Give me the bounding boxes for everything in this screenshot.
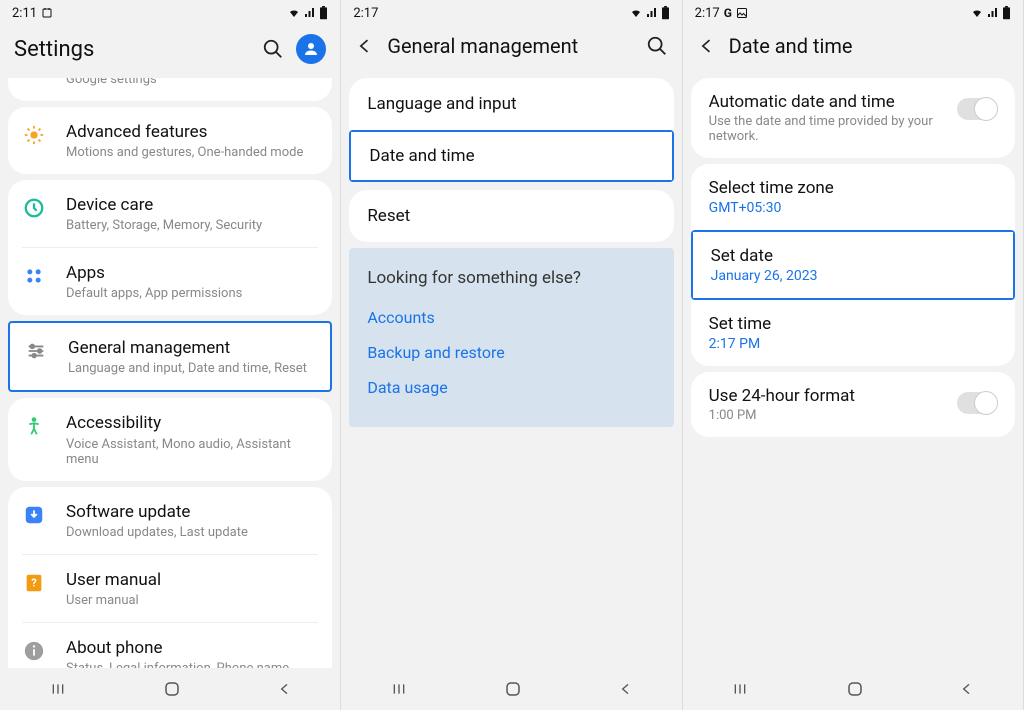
row-set-time[interactable]: Set time2:17 PM — [691, 300, 1015, 366]
row-user-manual[interactable]: ? User manualUser manual — [8, 555, 332, 622]
wifi-icon — [970, 7, 984, 19]
back-icon[interactable] — [697, 36, 717, 56]
nav-bar — [341, 668, 681, 710]
row-accessibility[interactable]: AccessibilityVoice Assistant, Mono audio… — [8, 398, 332, 480]
status-bar: 2:17 — [341, 0, 681, 24]
24h-toggle[interactable] — [957, 392, 997, 414]
apps-icon — [22, 264, 46, 288]
header: Date and time — [683, 24, 1023, 72]
wifi-icon — [629, 7, 643, 19]
status-bar: 2:17 G — [683, 0, 1023, 24]
row-date-time[interactable]: Date and time — [351, 132, 671, 180]
phone-settings: 2:11 Settings G ———Google settings Advan… — [0, 0, 341, 710]
battery-icon — [1002, 6, 1011, 20]
device-care-icon — [22, 196, 46, 220]
row-auto-date-time[interactable]: Automatic date and timeUse the date and … — [691, 78, 1015, 158]
header: Settings — [0, 24, 340, 78]
svg-text:?: ? — [31, 576, 37, 589]
status-bar: 2:11 — [0, 0, 340, 24]
page-title: Date and time — [729, 34, 1009, 58]
row-24h-format[interactable]: Use 24-hour format1:00 PM — [691, 372, 1015, 437]
google-sub: Google settings — [66, 78, 314, 87]
search-icon[interactable] — [646, 35, 668, 57]
alarm-icon — [41, 7, 53, 19]
image-icon — [736, 7, 748, 19]
manual-icon: ? — [22, 571, 46, 595]
battery-icon — [661, 6, 670, 20]
looking-section: Looking for something else? Accounts Bac… — [349, 248, 673, 427]
signal-icon — [304, 7, 316, 19]
signal-icon — [646, 7, 658, 19]
nav-recents[interactable] — [48, 681, 68, 697]
dt-list: Automatic date and timeUse the date and … — [683, 72, 1023, 710]
accessibility-icon — [22, 414, 46, 438]
settings-list: G ———Google settings Advanced featuresMo… — [0, 78, 340, 710]
status-time: 2:11 — [12, 6, 37, 21]
nav-recents[interactable] — [389, 681, 409, 697]
nav-bar — [0, 668, 340, 710]
row-apps[interactable]: AppsDefault apps, App permissions — [8, 248, 332, 315]
nav-home[interactable] — [846, 680, 864, 698]
gm-list: Language and input Date and time Reset L… — [341, 72, 681, 710]
row-set-date[interactable]: Set dateJanuary 26, 2023 — [693, 232, 1013, 298]
nav-home[interactable] — [504, 680, 522, 698]
update-icon — [22, 503, 46, 527]
looking-title: Looking for something else? — [349, 250, 673, 300]
page-title: General management — [387, 34, 633, 58]
row-software-update[interactable]: Software updateDownload updates, Last up… — [8, 487, 332, 554]
nav-home[interactable] — [163, 680, 181, 698]
status-icons — [629, 6, 670, 20]
phone-date-time: 2:17 G Date and time Automatic date and … — [683, 0, 1024, 710]
sliders-icon — [24, 339, 48, 363]
row-device-care[interactable]: Device careBattery, Storage, Memory, Sec… — [8, 180, 332, 247]
back-icon[interactable] — [355, 36, 375, 56]
row-language-input[interactable]: Language and input — [349, 78, 673, 130]
profile-avatar[interactable] — [296, 34, 326, 64]
status-time: 2:17 — [695, 6, 720, 21]
row-select-timezone[interactable]: Select time zoneGMT+05:30 — [691, 164, 1015, 230]
google-status-icon: G — [724, 6, 732, 20]
search-icon[interactable] — [262, 38, 284, 60]
page-title: Settings — [14, 37, 250, 62]
row-general-management[interactable]: General managementLanguage and input, Da… — [10, 323, 330, 390]
header: General management — [341, 24, 681, 72]
nav-back[interactable] — [959, 681, 975, 697]
nav-back[interactable] — [277, 681, 293, 697]
link-accounts[interactable]: Accounts — [367, 300, 655, 335]
row-advanced-features[interactable]: Advanced featuresMotions and gestures, O… — [8, 107, 332, 174]
nav-back[interactable] — [618, 681, 634, 697]
phone-general-management: 2:17 General management Language and inp… — [341, 0, 682, 710]
row-reset[interactable]: Reset — [349, 190, 673, 242]
signal-icon — [987, 7, 999, 19]
battery-icon — [319, 6, 328, 20]
status-icons — [970, 6, 1011, 20]
info-icon — [22, 639, 46, 663]
nav-recents[interactable] — [730, 681, 750, 697]
status-time: 2:17 — [353, 6, 378, 21]
advanced-icon — [22, 123, 46, 147]
link-data-usage[interactable]: Data usage — [367, 370, 655, 405]
link-backup-restore[interactable]: Backup and restore — [367, 335, 655, 370]
auto-toggle[interactable] — [957, 98, 997, 120]
nav-bar — [683, 668, 1023, 710]
status-icons — [287, 6, 328, 20]
wifi-icon — [287, 7, 301, 19]
